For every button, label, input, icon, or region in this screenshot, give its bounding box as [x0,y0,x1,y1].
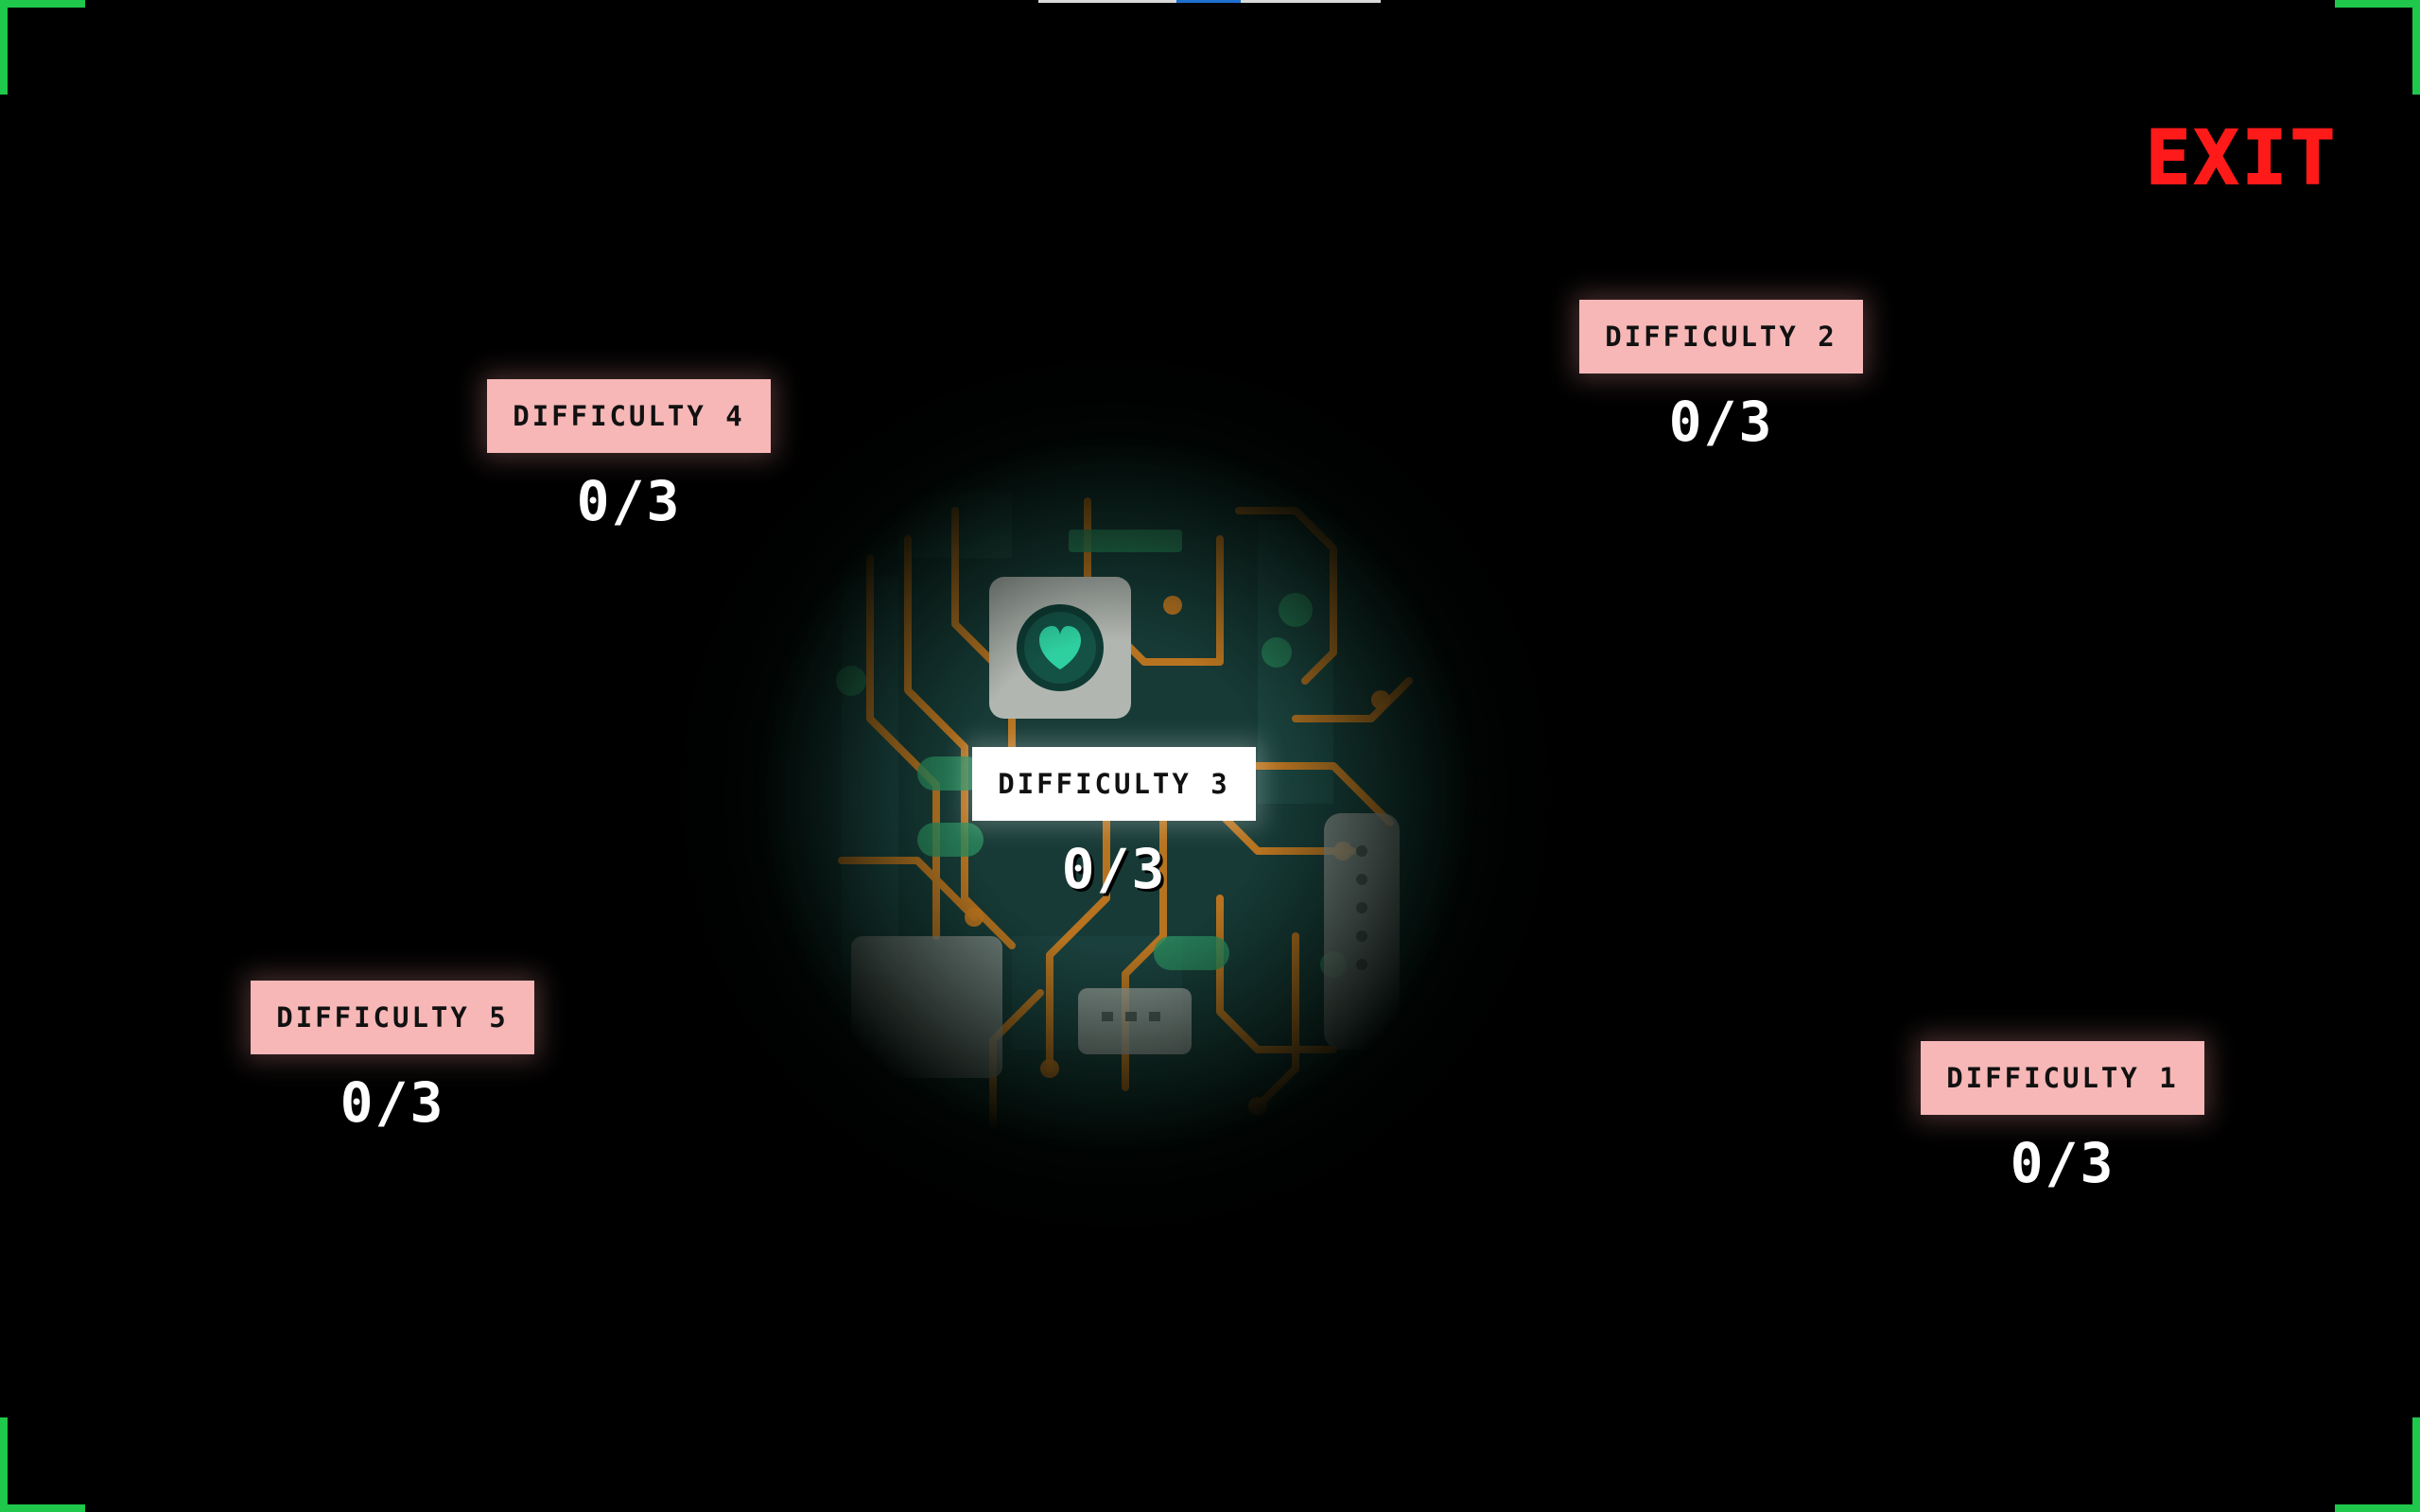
level-difficulty-1[interactable]: DIFFICULTY 1 0/3 [1921,1041,2204,1192]
difficulty-1-score: 0/3 [2010,1131,2115,1195]
difficulty-2-button[interactable]: DIFFICULTY 2 [1579,300,1863,374]
difficulty-3-button[interactable]: DIFFICULTY 3 [972,747,1256,821]
difficulty-1-button[interactable]: DIFFICULTY 1 [1921,1041,2204,1115]
difficulty-4-button[interactable]: DIFFICULTY 4 [487,379,771,453]
level-select-screen: EXIT DIFFICULTY 4 0/3 DIFFICULTY 2 0/3 D… [0,0,2420,1512]
corner-bracket-bottom-right [2335,1417,2420,1512]
level-difficulty-2[interactable]: DIFFICULTY 2 0/3 [1579,300,1863,451]
level-difficulty-5[interactable]: DIFFICULTY 5 0/3 [251,981,534,1132]
difficulty-5-score: 0/3 [339,1070,445,1135]
difficulty-4-score: 0/3 [576,469,682,533]
exit-button[interactable]: EXIT [2135,120,2349,198]
corner-bracket-bottom-left [0,1417,85,1512]
level-difficulty-4[interactable]: DIFFICULTY 4 0/3 [487,379,771,530]
corner-bracket-top-left [0,0,85,95]
top-progress-bar [1038,0,1381,3]
difficulty-5-button[interactable]: DIFFICULTY 5 [251,981,534,1054]
top-progress-segment [1176,0,1241,3]
difficulty-2-score: 0/3 [1668,390,1774,454]
corner-bracket-top-right [2335,0,2420,95]
level-difficulty-3[interactable]: DIFFICULTY 3 0/3 [972,747,1256,898]
difficulty-3-score: 0/3 [1061,837,1167,901]
